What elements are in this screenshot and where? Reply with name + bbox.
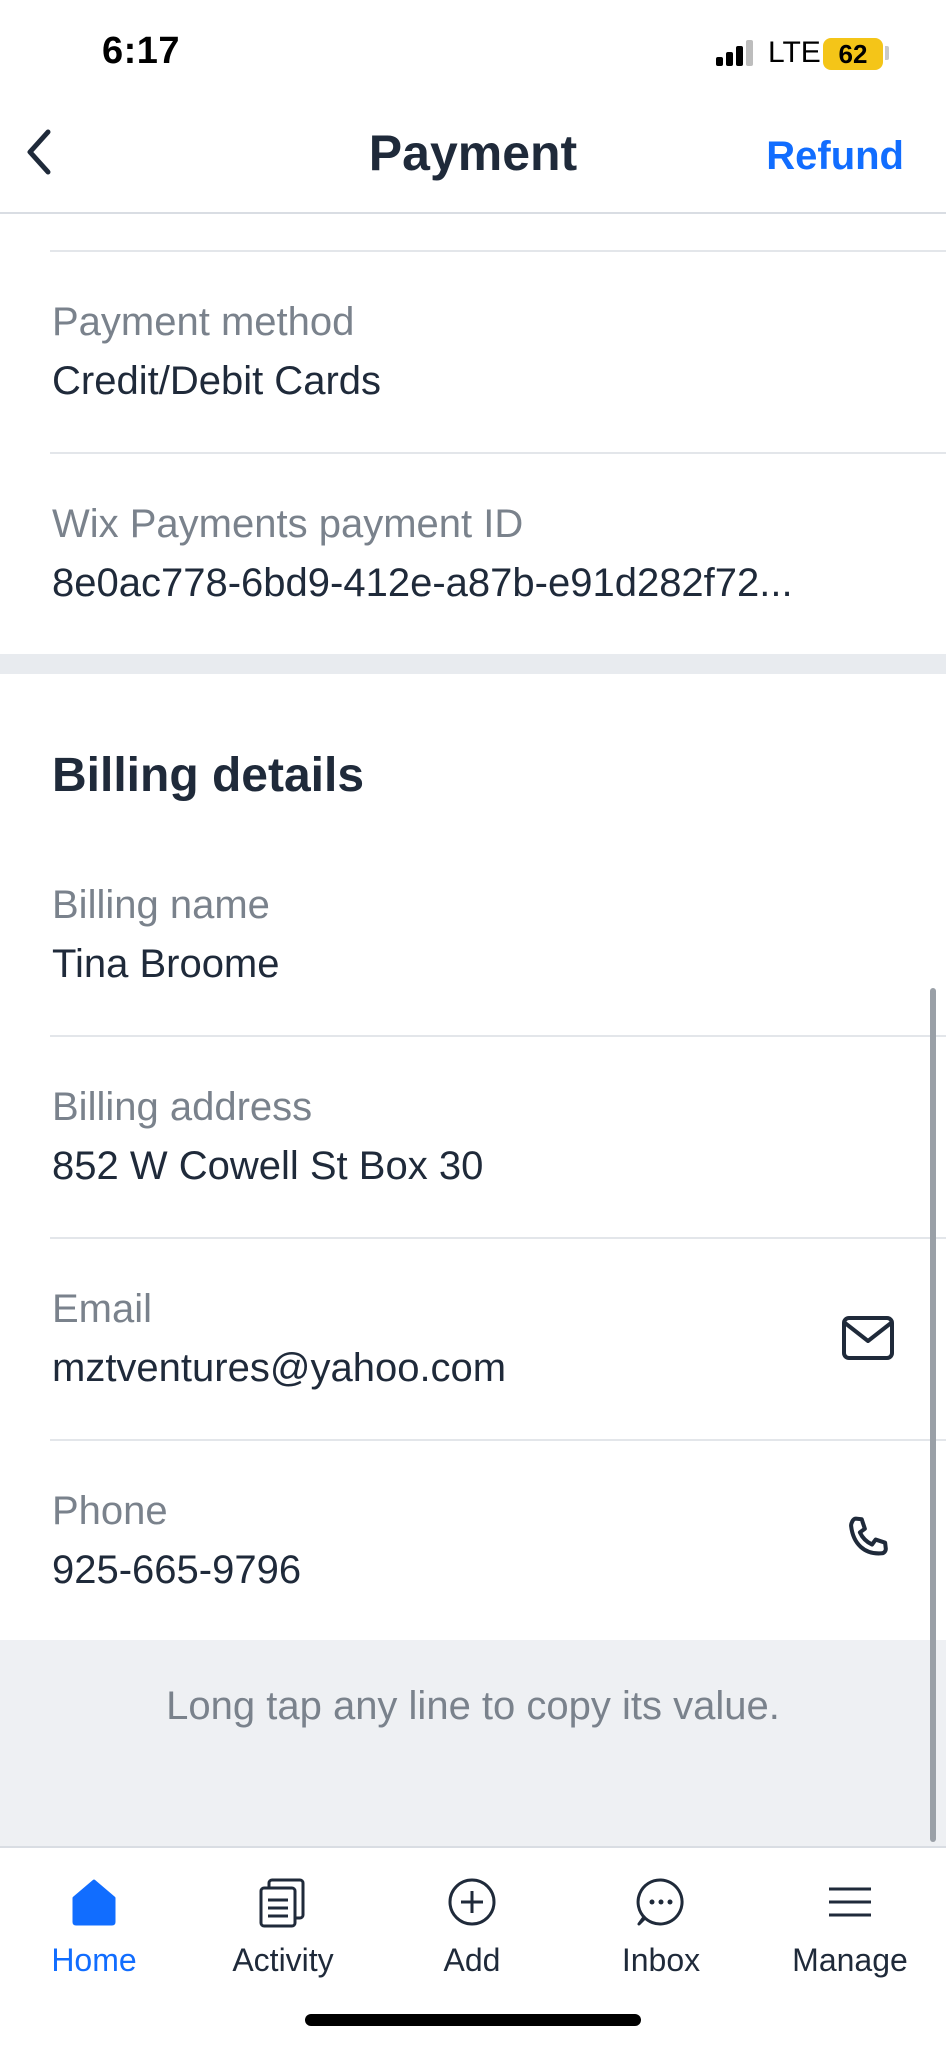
divider	[50, 1035, 946, 1037]
email-value: mztventures@yahoo.com	[52, 1346, 507, 1390]
payment-method-row[interactable]: Payment method Credit/Debit Cards	[52, 300, 946, 404]
billing-address-label: Billing address	[52, 1085, 313, 1129]
refund-button[interactable]: Refund	[766, 134, 904, 179]
status-bar: 6:17 LTE 62	[0, 0, 946, 100]
email-label: Email	[52, 1287, 153, 1331]
section-separator	[0, 654, 946, 674]
payment-id-row[interactable]: Wix Payments payment ID 8e0ac778-6bd9-41…	[52, 502, 886, 606]
tab-activity[interactable]: Activity	[203, 1872, 363, 1982]
tab-label: Inbox	[621, 1942, 701, 1978]
tab-label: Home	[51, 1942, 137, 1978]
call-button[interactable]	[840, 1512, 896, 1568]
mail-icon	[842, 1316, 894, 1360]
phone-icon	[849, 1516, 888, 1556]
phone-row[interactable]: Phone 925-665-9796	[52, 1489, 806, 1593]
email-row[interactable]: Email mztventures@yahoo.com	[52, 1287, 806, 1391]
divider	[50, 250, 946, 252]
payment-method-label: Payment method	[52, 300, 355, 344]
home-indicator	[305, 2014, 641, 2026]
payment-id-value: 8e0ac778-6bd9-412e-a87b-e91d282f72...	[52, 561, 793, 605]
tab-label: Add	[443, 1942, 501, 1978]
tab-inbox[interactable]: Inbox	[581, 1872, 741, 1982]
battery-level: 62	[838, 39, 868, 69]
billing-name-row[interactable]: Billing name Tina Broome	[52, 883, 946, 987]
signal-icon	[716, 40, 756, 66]
divider	[50, 1237, 946, 1239]
add-icon	[448, 1878, 496, 1926]
billing-name-label: Billing name	[52, 883, 270, 927]
tab-label: Manage	[792, 1942, 908, 1978]
status-time: 6:17	[102, 30, 181, 72]
manage-icon	[829, 1887, 871, 1917]
home-icon	[72, 1879, 116, 1926]
tab-add[interactable]: Add	[392, 1872, 552, 1982]
email-button[interactable]	[840, 1310, 896, 1366]
copy-hint-text: Long tap any line to copy its value.	[166, 1684, 780, 1728]
network-type: LTE	[768, 36, 821, 69]
billing-name-value: Tina Broome	[52, 942, 280, 986]
payment-id-label: Wix Payments payment ID	[52, 502, 524, 546]
phone-value: 925-665-9796	[52, 1548, 302, 1592]
activity-icon	[259, 1878, 305, 1928]
tab-manage[interactable]: Manage	[770, 1872, 930, 1982]
divider	[50, 452, 946, 454]
tab-label: Activity	[232, 1942, 334, 1978]
payment-method-value: Credit/Debit Cards	[52, 359, 382, 403]
inbox-icon	[636, 1878, 684, 1926]
battery-tip	[885, 46, 889, 60]
phone-label: Phone	[52, 1489, 168, 1533]
copy-hint-area: Long tap any line to copy its value.	[0, 1640, 946, 1846]
billing-address-row[interactable]: Billing address 852 W Cowell St Box 30	[52, 1085, 946, 1189]
billing-details-title: Billing details	[52, 749, 365, 802]
billing-address-value: 852 W Cowell St Box 30	[52, 1144, 484, 1188]
divider	[50, 1439, 946, 1441]
scrollbar[interactable]	[930, 988, 936, 1842]
tab-home[interactable]: Home	[14, 1872, 174, 1982]
nav-header: Payment Refund	[0, 100, 946, 214]
battery-icon: 62	[823, 38, 883, 70]
